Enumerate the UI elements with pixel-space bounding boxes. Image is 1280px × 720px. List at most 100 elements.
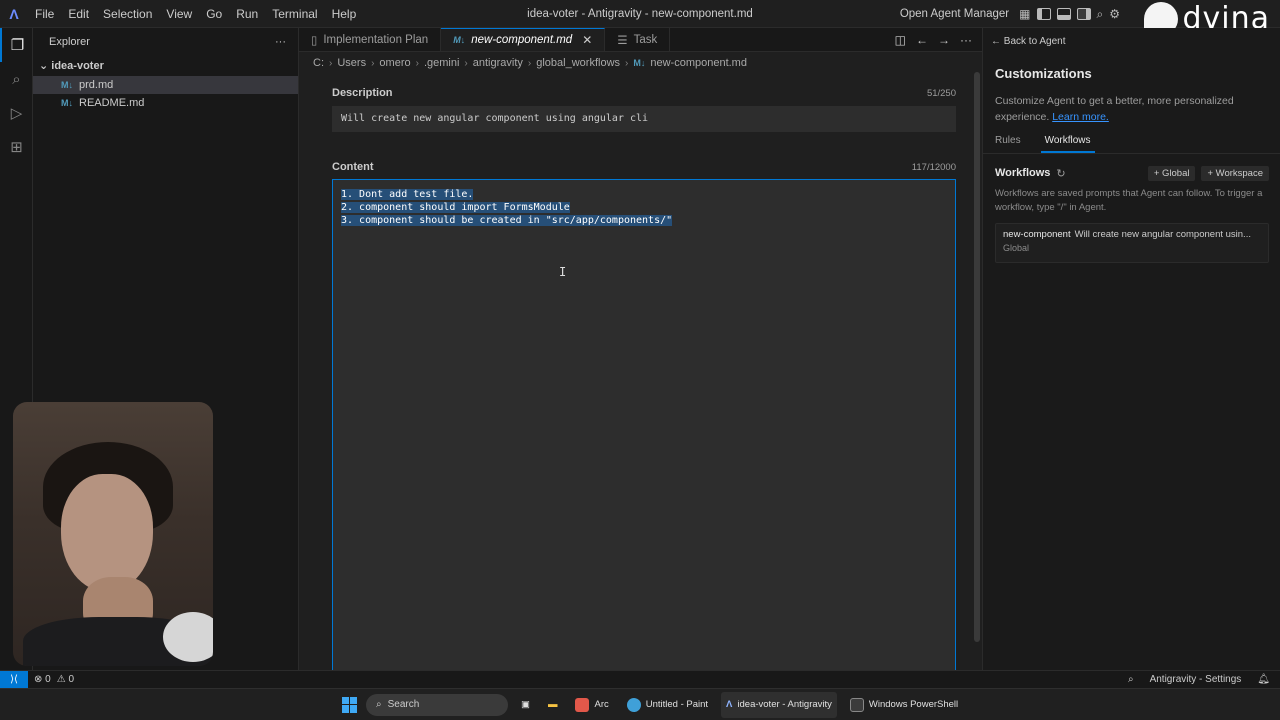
settings-status[interactable]: Antigravity - Settings (1150, 674, 1242, 685)
file-prd-md[interactable]: M↓ prd.md (33, 76, 298, 94)
panel-description: Customize Agent to get a better, more pe… (995, 93, 1267, 125)
menu-file[interactable]: File (28, 0, 61, 28)
zoom-icon[interactable]: ⌕ (1128, 674, 1134, 685)
powershell-icon (849, 697, 864, 712)
open-agent-manager-button[interactable]: Open Agent Manager (900, 8, 1009, 20)
description-input[interactable]: Will create new angular component using … (332, 106, 956, 132)
breadcrumb-item[interactable]: antigravity (473, 57, 523, 69)
menu-bar: File Edit Selection View Go Run Terminal… (28, 0, 363, 28)
chevron-right-icon: › (625, 57, 629, 69)
extensions-icon[interactable]: ⊞ (0, 130, 33, 164)
file-readme-md[interactable]: M↓ README.md (33, 94, 298, 112)
taskbar-app-arc[interactable]: Arc (570, 692, 613, 718)
back-to-agent-link[interactable]: ← Back to Agent (991, 36, 1066, 47)
tab-label: Task (633, 33, 658, 46)
menu-go[interactable]: Go (199, 0, 229, 28)
document-icon: ▯ (311, 34, 318, 47)
content-line: 2. component should import FormsModule (341, 201, 947, 214)
back-label: Back to Agent (1003, 36, 1066, 47)
description-char-count: 51/250 (926, 87, 956, 99)
webcam-overlay (13, 402, 213, 666)
breadcrumb-item[interactable]: global_workflows (536, 57, 620, 69)
folder-idea-voter[interactable]: ⌄ idea-voter (33, 56, 298, 76)
toggle-secondary-sidebar-icon[interactable] (1076, 8, 1091, 20)
task-view-icon[interactable]: ▣ (516, 692, 535, 718)
breadcrumb-item[interactable]: new-component.md (650, 57, 747, 69)
toggle-panel-icon[interactable] (1056, 8, 1071, 20)
explorer-title: Explorer (49, 36, 90, 48)
windows-start-icon[interactable] (342, 696, 358, 713)
content-textarea[interactable]: 1. Dont add test file. 2. component shou… (332, 179, 956, 673)
chevron-right-icon: › (464, 57, 468, 69)
learn-more-link[interactable]: Learn more. (1052, 111, 1109, 123)
arrow-left-icon: ← (991, 36, 1004, 47)
editor-scrollbar[interactable] (974, 72, 980, 642)
search-icon[interactable]: ⌕ (1097, 7, 1104, 22)
layout-grid-icon[interactable]: ▦ (1019, 7, 1030, 21)
arc-icon (575, 697, 590, 712)
file-label: README.md (79, 97, 145, 109)
workflow-description: Will create new angular component usin..… (1074, 229, 1251, 240)
taskbar-app-powershell[interactable]: Windows PowerShell (845, 692, 963, 718)
webcam-face (61, 474, 153, 592)
breadcrumb-item[interactable]: Users (337, 57, 366, 69)
close-icon[interactable]: ✕ (582, 33, 592, 47)
arrow-right-icon[interactable]: → (938, 33, 950, 47)
workflow-card[interactable]: new-component Will create new angular com… (995, 223, 1269, 263)
breadcrumb: C: › Users › omero › .gemini › antigravity › … (299, 52, 982, 74)
chevron-right-icon: › (371, 57, 375, 69)
app-label: Untitled - Paint (645, 699, 709, 710)
tab-rules[interactable]: Rules (995, 132, 1021, 153)
title-bar: Λ File Edit Selection View Go Run Termin… (0, 0, 1280, 36)
content-char-count: 117/12000 (911, 161, 956, 173)
breadcrumb-item[interactable]: C: (313, 57, 324, 69)
editor-tabs: ▯ Implementation Plan M↓ new-component.m… (299, 28, 982, 52)
content-line: 1. Dont add test file. (341, 188, 947, 201)
tab-label: Implementation Plan (323, 33, 429, 46)
taskbar-search[interactable]: ⌕ Search (366, 693, 508, 716)
search-icon[interactable]: ⌕ (0, 62, 33, 96)
tab-new-component[interactable]: M↓ new-component.md ✕ (441, 28, 606, 51)
arrow-left-icon[interactable]: ← (916, 33, 928, 47)
tab-workflows[interactable]: Workflows (1040, 132, 1095, 153)
menu-help[interactable]: Help (325, 0, 364, 28)
breadcrumb-item[interactable]: .gemini (424, 57, 459, 69)
explorer-icon[interactable]: ❐ (0, 28, 33, 62)
panel-title: Customizations (995, 66, 1092, 81)
markdown-file-icon: M↓ (453, 35, 466, 45)
taskbar-app-antigravity[interactable]: Λ idea-voter - Antigravity (721, 691, 837, 718)
file-explorer-icon[interactable]: ▬ (543, 692, 563, 718)
menu-terminal[interactable]: Terminal (265, 0, 324, 28)
menu-run[interactable]: Run (229, 0, 265, 28)
settings-icon[interactable]: ⚙ (1109, 7, 1120, 21)
menu-edit[interactable]: Edit (61, 0, 96, 28)
file-label: prd.md (79, 79, 114, 91)
split-editor-icon[interactable]: ◫ (895, 33, 906, 47)
errors-count[interactable]: ⊗ 0 (34, 674, 51, 685)
tab-task[interactable]: ☰ Task (605, 28, 671, 51)
more-actions-icon[interactable]: ··· (275, 36, 286, 48)
menu-view[interactable]: View (159, 0, 199, 28)
workflow-form: Description 51/250 Will create new angul… (332, 86, 956, 673)
breadcrumb-item[interactable]: omero (379, 57, 410, 69)
app-label: Windows PowerShell (868, 699, 959, 710)
run-debug-icon[interactable]: ▷ (0, 96, 33, 130)
antigravity-logo-icon: Λ (9, 5, 19, 22)
toggle-primary-sidebar-icon[interactable] (1036, 8, 1051, 20)
refresh-icon[interactable]: ↻ (1056, 167, 1065, 180)
remote-indicator-icon[interactable]: ⟩⟨ (0, 670, 28, 689)
chevron-right-icon: › (415, 57, 419, 69)
warnings-count[interactable]: ⚠ 0 (57, 674, 74, 685)
folder-label: idea-voter (51, 60, 104, 72)
taskbar-app-paint[interactable]: Untitled - Paint (622, 692, 713, 718)
workflows-header: Workflows ↻ + Global + Workspace (995, 164, 1269, 182)
add-workspace-workflow-button[interactable]: + Workspace (1201, 165, 1269, 181)
status-bar: ⟩⟨ ⊗ 0 ⚠ 0 ⌕ Antigravity - Settings 🔔︎ (0, 670, 1280, 689)
tab-implementation-plan[interactable]: ▯ Implementation Plan (299, 28, 442, 51)
add-global-workflow-button[interactable]: + Global (1147, 165, 1196, 181)
paint-icon (626, 697, 641, 712)
menu-selection[interactable]: Selection (96, 0, 159, 28)
search-label: Search (387, 699, 420, 710)
more-actions-icon[interactable]: ··· (960, 33, 972, 47)
notifications-bell-icon[interactable]: 🔔︎ (1257, 674, 1270, 685)
